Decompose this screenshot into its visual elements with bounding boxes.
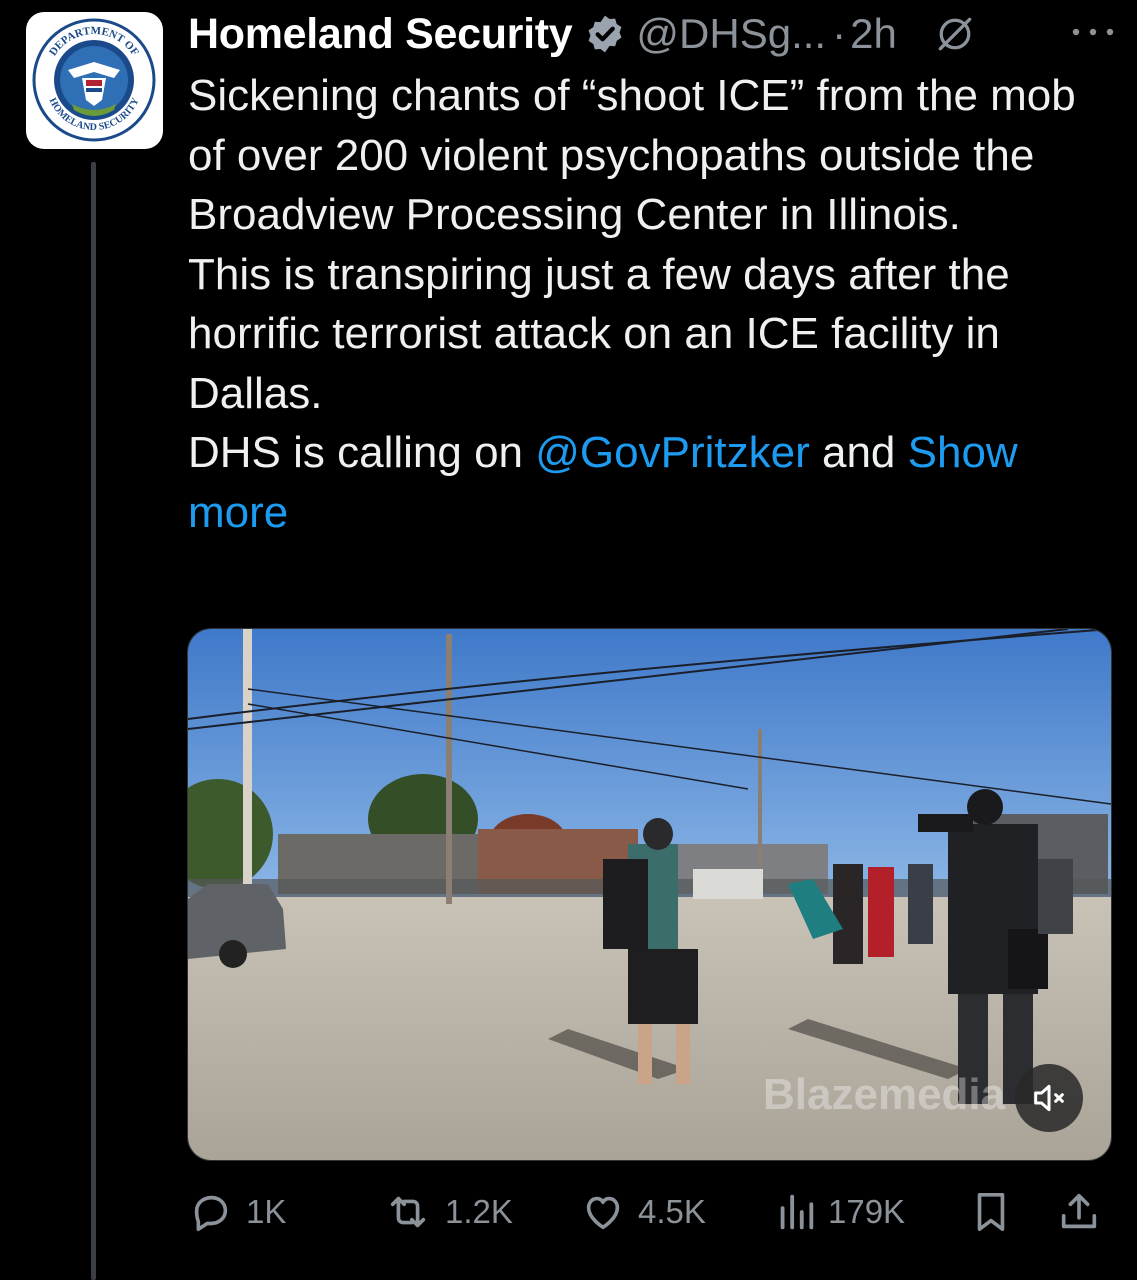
video-player[interactable]: Blazemedia (187, 628, 1112, 1161)
reply-count: 1K (246, 1193, 287, 1230)
heart-icon (586, 1196, 620, 1230)
grok-icon[interactable] (933, 12, 977, 56)
tweet-header: Homeland Security @DHSg... · 2h (188, 8, 1118, 60)
bookmark-button[interactable] (970, 1180, 1012, 1244)
dhs-seal-icon: DEPARTMENT OF HOMELAND SECURITY (32, 18, 156, 142)
timestamp[interactable]: 2h (850, 10, 897, 58)
more-options-icon[interactable] (1068, 22, 1118, 42)
tweet-text: Sickening chants of “shoot ICE” from the… (188, 66, 1118, 542)
like-count: 4.5K (638, 1193, 706, 1230)
share-icon (1061, 1193, 1097, 1229)
tweet-paragraph-3: DHS is calling on @GovPritzker and Show … (188, 423, 1118, 542)
repost-count: 1.2K (445, 1193, 513, 1230)
repost-icon (390, 1196, 426, 1228)
mention-link[interactable]: @GovPritzker (535, 428, 809, 477)
verified-badge-icon (588, 15, 622, 53)
share-button[interactable] (1056, 1180, 1102, 1244)
mute-button[interactable] (1015, 1064, 1083, 1132)
separator-dot: · (832, 10, 847, 57)
bookmark-icon (977, 1193, 1005, 1231)
thread-line (91, 162, 96, 1280)
tweet-paragraph-1: Sickening chants of “shoot ICE” from the… (188, 71, 1076, 239)
video-frame: Blazemedia (188, 629, 1111, 1160)
display-name[interactable]: Homeland Security (188, 10, 573, 59)
views-count: 179K (828, 1193, 906, 1230)
handle[interactable]: @DHSg... (636, 10, 826, 58)
reply-icon (194, 1195, 228, 1232)
tweet-last-line-middle: and (809, 428, 908, 477)
like-button[interactable]: 4.5K (580, 1180, 706, 1244)
views-icon (780, 1194, 814, 1230)
tweet-last-line-prefix: DHS is calling on (188, 428, 536, 477)
tweet-paragraph-2: This is transpiring just a few days afte… (188, 249, 1010, 418)
watermark-text: Blazemedia (763, 1070, 1006, 1119)
avatar[interactable]: DEPARTMENT OF HOMELAND SECURITY (26, 12, 163, 149)
repost-button[interactable]: 1.2K (383, 1180, 513, 1244)
views-button[interactable]: 179K (776, 1180, 905, 1244)
reply-button[interactable]: 1K (188, 1180, 286, 1244)
action-bar: 1K 1.2K 4.5K 179K (188, 1180, 1113, 1244)
tweet[interactable]: DEPARTMENT OF HOMELAND SECURITY Homeland… (0, 0, 1137, 1280)
speaker-muted-icon (1034, 1084, 1064, 1112)
